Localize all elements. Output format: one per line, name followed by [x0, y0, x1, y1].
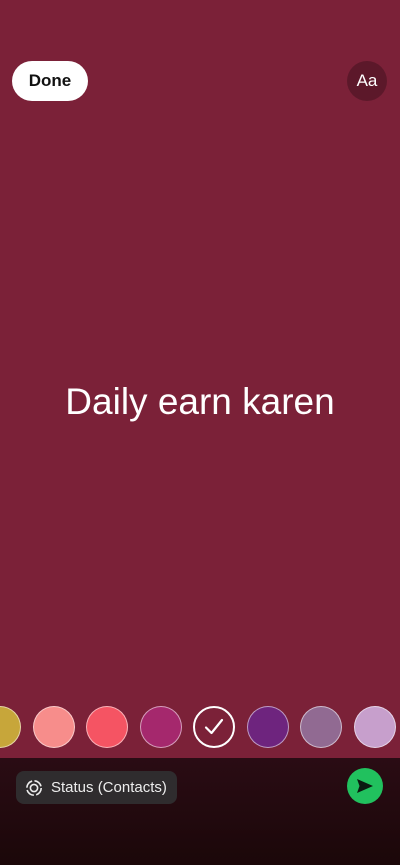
audience-label: Status (Contacts)	[51, 779, 167, 796]
status-editor-screen: Done Aa Daily earn karen Status (Contact…	[0, 0, 400, 865]
audience-chip[interactable]: Status (Contacts)	[16, 771, 177, 804]
send-arrow-icon	[357, 779, 373, 793]
done-button[interactable]: Done	[12, 61, 88, 101]
color-swatch[interactable]	[353, 706, 396, 748]
color-swatch[interactable]	[300, 706, 342, 748]
color-swatch[interactable]	[246, 706, 289, 748]
status-ring-icon	[26, 779, 42, 796]
send-button[interactable]	[347, 768, 383, 804]
font-toggle-button[interactable]: Aa	[347, 61, 387, 101]
status-text[interactable]: Daily earn karen	[0, 378, 400, 426]
bottom-bar: Status (Contacts)	[0, 758, 400, 865]
color-swatch[interactable]	[0, 706, 21, 748]
color-palette	[0, 705, 400, 749]
color-swatch-selected[interactable]	[193, 706, 235, 748]
color-swatch[interactable]	[32, 706, 75, 748]
check-icon	[204, 718, 224, 735]
color-swatch[interactable]	[86, 706, 128, 748]
color-swatch[interactable]	[139, 706, 182, 748]
